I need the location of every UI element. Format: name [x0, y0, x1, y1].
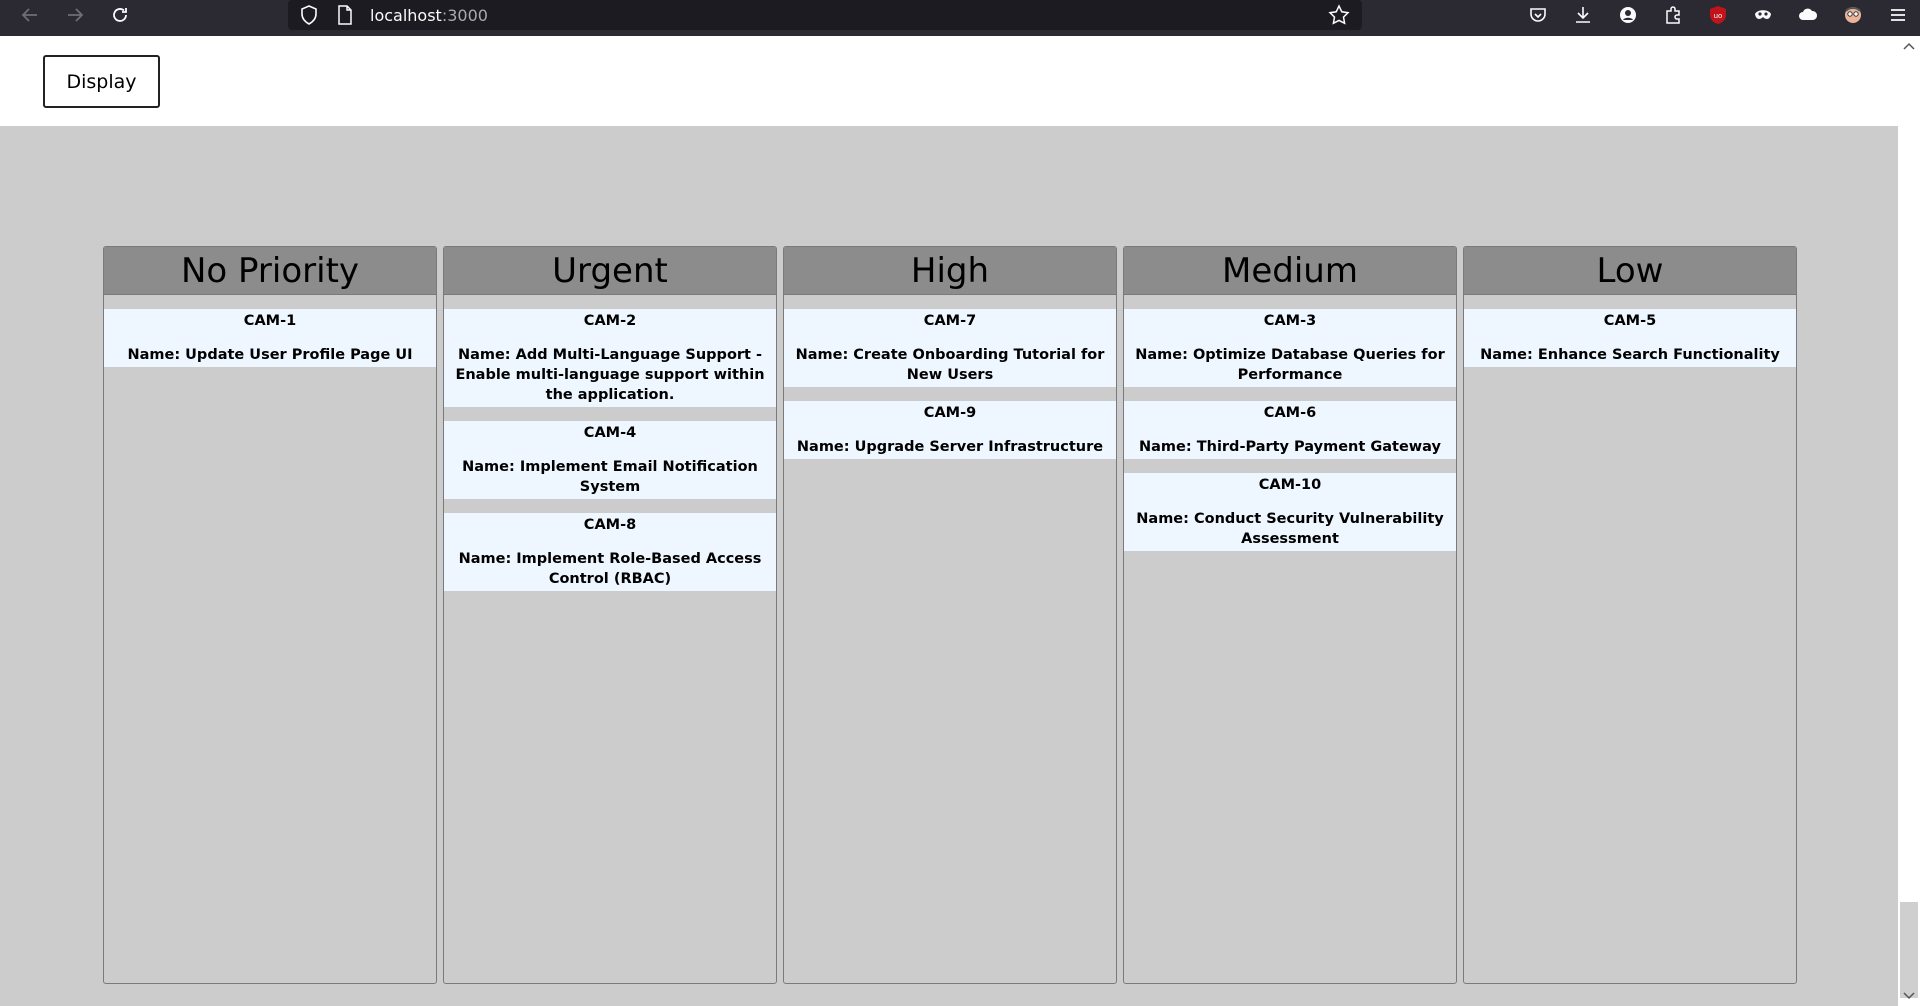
address-bar[interactable]: localhost:3000	[288, 0, 1362, 30]
account-button[interactable]	[1605, 0, 1650, 30]
ticket-name: Name: Create Onboarding Tutorial for New…	[795, 347, 1105, 383]
url-text[interactable]: localhost:3000	[370, 6, 488, 25]
ticket-id: CAM-4	[583, 425, 637, 441]
downloads-button[interactable]	[1560, 0, 1605, 30]
hamburger-menu-icon	[1890, 9, 1905, 21]
column-title: Medium	[1124, 247, 1456, 295]
priority-column: Medium CAM-3 Name: Optimize Database Queri…	[1123, 246, 1457, 984]
ticket-card[interactable]: CAM-8 Name: Implement Role-Based Access C…	[444, 513, 776, 591]
account-icon	[1619, 7, 1636, 23]
scroll-down-arrow-icon[interactable]	[1902, 988, 1916, 1002]
ticket-id: CAM-2	[583, 313, 637, 329]
ticket-name: Name: Add Multi-Language Support - Enabl…	[455, 347, 765, 403]
priority-column: High CAM-7 Name: Create Onboarding Tutoria…	[783, 246, 1117, 984]
card-list: CAM-1 Name: Update User Profile Page UI	[104, 295, 436, 367]
ticket-card[interactable]: CAM-6 Name: Third-Party Payment Gateway	[1124, 401, 1456, 459]
extension-face-button[interactable]	[1830, 0, 1875, 30]
ublock-button[interactable]: uo	[1695, 0, 1740, 30]
display-button[interactable]: Display	[43, 55, 160, 108]
ticket-card[interactable]: CAM-7 Name: Create Onboarding Tutorial fo…	[784, 309, 1116, 387]
mask-icon	[1754, 10, 1771, 19]
scrollbar-thumb[interactable]	[1900, 902, 1918, 998]
ticket-name: Name: Conduct Security Vulnerability Ass…	[1136, 511, 1444, 547]
ticket-name: Name: Implement Email Notification Syste…	[462, 459, 758, 495]
arrow-left-icon	[21, 8, 37, 22]
priority-column: Urgent CAM-2 Name: Add Multi-Language Supp…	[443, 246, 777, 984]
puzzle-icon	[1665, 6, 1680, 24]
ticket-id: CAM-1	[243, 313, 297, 329]
ublock-icon: uo	[1709, 6, 1726, 24]
url-port: :3000	[441, 5, 488, 25]
ticket-id: CAM-7	[923, 313, 977, 329]
ticket-card[interactable]: CAM-3 Name: Optimize Database Queries for…	[1124, 309, 1456, 387]
download-icon	[1575, 7, 1590, 23]
back-button[interactable]	[12, 0, 48, 33]
pocket-button[interactable]	[1515, 0, 1560, 30]
column-title: Urgent	[444, 247, 776, 295]
vertical-scrollbar[interactable]	[1898, 36, 1920, 1006]
toolbar-icons: uo	[1515, 0, 1920, 30]
card-list: CAM-7 Name: Create Onboarding Tutorial fo…	[784, 295, 1116, 459]
ticket-id: CAM-10	[1258, 477, 1322, 493]
scroll-up-arrow-icon[interactable]	[1902, 40, 1916, 54]
forward-button[interactable]	[57, 0, 93, 33]
card-list: CAM-3 Name: Optimize Database Queries for…	[1124, 295, 1456, 551]
ticket-name: Name: Enhance Search Functionality	[1480, 347, 1780, 363]
url-host: localhost	[370, 5, 442, 25]
priority-column: Low CAM-5 Name: Enhance Search Functionali…	[1463, 246, 1797, 984]
ticket-name: Name: Third-Party Payment Gateway	[1139, 439, 1441, 455]
menu-button[interactable]	[1875, 0, 1920, 30]
ticket-card[interactable]: CAM-10 Name: Conduct Security Vulnerabili…	[1124, 473, 1456, 551]
browser-toolbar: localhost:3000 uo	[0, 0, 1920, 36]
ticket-name: Name: Upgrade Server Infrastructure	[796, 439, 1104, 455]
cloud-icon	[1798, 8, 1817, 20]
shield-icon[interactable]	[298, 4, 320, 26]
ticket-name: Name: Implement Role-Based Access Contro…	[458, 551, 762, 587]
kanban-board: No Priority CAM-1 Name: Update User Profil…	[103, 246, 1797, 984]
card-list: CAM-2 Name: Add Multi-Language Support - …	[444, 295, 776, 591]
priority-column: No Priority CAM-1 Name: Update User Profil…	[103, 246, 437, 984]
svg-text:uo: uo	[1713, 12, 1722, 20]
ticket-name: Name: Update User Profile Page UI	[127, 347, 413, 363]
ticket-card[interactable]: CAM-5 Name: Enhance Search Functionality	[1464, 309, 1796, 367]
page-header: Display	[0, 36, 1898, 126]
face-icon	[1844, 7, 1861, 23]
ticket-id: CAM-6	[1263, 405, 1317, 421]
column-title: Low	[1464, 247, 1796, 295]
reload-button[interactable]	[102, 0, 138, 33]
column-title: High	[784, 247, 1116, 295]
ticket-id: CAM-9	[923, 405, 977, 421]
ticket-card[interactable]: CAM-9 Name: Upgrade Server Infrastructure	[784, 401, 1116, 459]
arrow-right-icon	[68, 8, 84, 22]
page-icon	[338, 5, 352, 25]
extension-cloud-button[interactable]	[1785, 0, 1830, 30]
ticket-card[interactable]: CAM-4 Name: Implement Email Notification …	[444, 421, 776, 499]
ticket-card[interactable]: CAM-1 Name: Update User Profile Page UI	[104, 309, 436, 367]
ticket-id: CAM-5	[1603, 313, 1657, 329]
ticket-card[interactable]: CAM-2 Name: Add Multi-Language Support - …	[444, 309, 776, 407]
column-title: No Priority	[104, 247, 436, 295]
card-list: CAM-5 Name: Enhance Search Functionality	[1464, 295, 1796, 367]
ticket-id: CAM-3	[1263, 313, 1317, 329]
reload-icon	[113, 8, 127, 22]
ticket-id: CAM-8	[583, 517, 637, 533]
ticket-name: Name: Optimize Database Queries for Perf…	[1135, 347, 1445, 383]
bookmark-star-icon[interactable]	[1328, 4, 1350, 26]
extensions-button[interactable]	[1650, 0, 1695, 30]
extension-mask-button[interactable]	[1740, 0, 1785, 30]
pocket-icon	[1529, 8, 1546, 22]
